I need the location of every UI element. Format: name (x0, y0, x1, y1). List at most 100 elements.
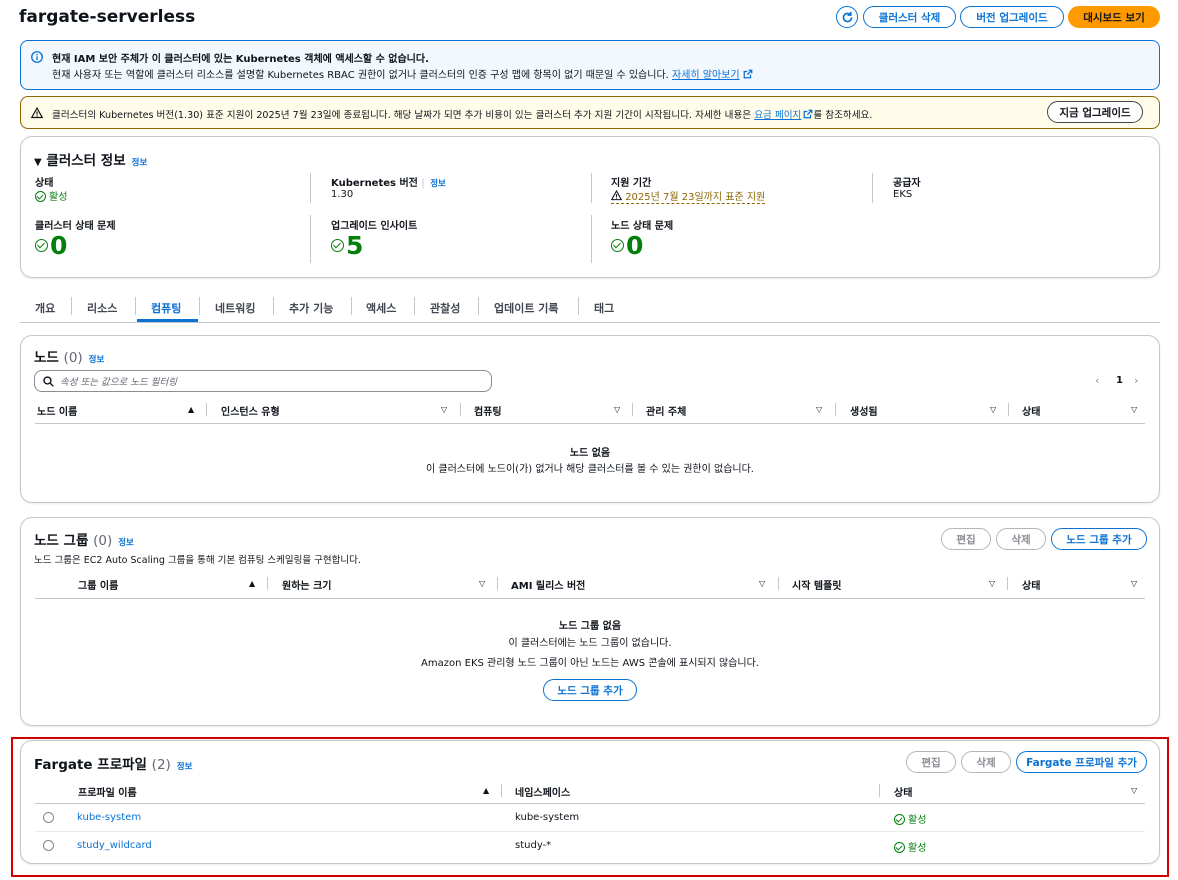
upgrade-insights-value[interactable]: 5 (331, 231, 363, 260)
warning-icon (610, 189, 623, 201)
node-health-label: 노드 상태 문제 (611, 221, 674, 232)
divider (460, 403, 461, 416)
divider (273, 297, 274, 315)
nodes-card: 노드 (0) 정보 속성 또는 값으로 노드 필터링 ‹ 1 › 노드 이름 ▲ … (20, 335, 1160, 503)
cluster-info-header[interactable]: ▼ 클러스터 정보 정보 (34, 149, 147, 169)
delete-button[interactable]: 삭제 (996, 528, 1046, 550)
divider (414, 297, 415, 315)
check-circle-icon (35, 239, 48, 252)
tabs-baseline (20, 322, 1160, 323)
learn-more-link[interactable]: 자세히 알아보기 (672, 70, 740, 81)
divider (267, 577, 268, 590)
view-dashboard-button[interactable]: 대시보드 보기 (1068, 6, 1160, 28)
divider (310, 215, 311, 263)
warning-text: 클러스터의 Kubernetes 버전(1.30) 표준 지원이 2025년 7… (52, 109, 873, 121)
add-node-group-button[interactable]: 노드 그룹 추가 (1051, 528, 1147, 550)
provider-value: EKS (893, 189, 913, 200)
node-groups-header: 노드 그룹 (0) 정보 (34, 533, 134, 549)
warning-banner: 클러스터의 Kubernetes 버전(1.30) 표준 지원이 2025년 7… (20, 96, 1160, 129)
check-circle-icon (331, 239, 344, 252)
node-groups-card: 노드 그룹 (0) 정보 노드 그룹은 EC2 Auto Scaling 그룹을 … (20, 517, 1160, 726)
sort-icon[interactable]: ▽ (614, 405, 620, 414)
info-link[interactable]: 정보 (118, 538, 134, 548)
next-page-icon[interactable]: › (1134, 374, 1138, 387)
empty-state-note: Amazon EKS 관리형 노드 그룹이 아닌 노드는 AWS 콘솔에 표시되… (421, 658, 759, 669)
pricing-page-link[interactable]: 요금 페이지 (754, 110, 801, 121)
page-title: fargate-serverless (19, 7, 196, 27)
empty-state-title: 노드 없음 (569, 448, 611, 459)
divider (135, 297, 136, 315)
search-icon (43, 375, 54, 387)
col-group-name[interactable]: 그룹 이름 (78, 577, 118, 592)
external-link-icon (743, 69, 753, 79)
support-period-label: 지원 기간 (611, 178, 652, 189)
col-status[interactable]: 상태 (1022, 577, 1040, 592)
tab-networking[interactable]: 네트워킹 (215, 300, 255, 316)
table-header-line (35, 423, 1145, 424)
delete-cluster-button[interactable]: 클러스터 삭제 (863, 6, 956, 28)
empty-state-title: 노드 그룹 없음 (558, 621, 622, 632)
col-instance-type[interactable]: 인스턴스 유형 (221, 403, 280, 418)
divider (1008, 403, 1009, 416)
sort-icon[interactable]: ▽ (479, 579, 485, 588)
sort-icon[interactable]: ▽ (989, 579, 995, 588)
upgrade-version-button[interactable]: 버전 업그레이드 (960, 6, 1064, 28)
info-link[interactable]: 정보 (89, 355, 105, 365)
node-groups-description: 노드 그룹은 EC2 Auto Scaling 그룹을 통해 기본 컴퓨팅 스케… (34, 555, 361, 566)
info-banner-title: 현재 IAM 보안 주체가 이 클러스터에 있는 Kubernetes 객체에 … (52, 54, 429, 65)
status-label: 상태 (35, 178, 54, 189)
tab-access[interactable]: 액세스 (366, 300, 396, 316)
sort-icon[interactable]: ▽ (1131, 579, 1137, 588)
k8s-version-value: 1.30 (331, 189, 354, 200)
col-status[interactable]: 상태 (1022, 403, 1040, 418)
col-created[interactable]: 생성됨 (850, 403, 878, 418)
divider (310, 173, 311, 203)
tab-observability[interactable]: 관찰성 (430, 300, 460, 316)
divider (778, 577, 779, 590)
node-health-value[interactable]: 0 (611, 231, 643, 260)
divider (872, 173, 873, 203)
node-filter-input[interactable]: 속성 또는 값으로 노드 필터링 (34, 370, 492, 392)
divider (497, 577, 498, 590)
col-launch-template[interactable]: 시작 템플릿 (792, 577, 841, 592)
external-link-icon (804, 109, 813, 119)
status-value: 활성 (35, 188, 67, 203)
divider (632, 403, 633, 416)
page-number[interactable]: 1 (1116, 375, 1123, 386)
sort-icon[interactable]: ▽ (816, 405, 822, 414)
check-circle-icon (35, 191, 46, 202)
tab-resources[interactable]: 리소스 (87, 300, 117, 316)
col-compute[interactable]: 컴퓨팅 (474, 403, 502, 418)
refresh-button[interactable] (836, 6, 858, 28)
sort-icon[interactable]: ▽ (990, 405, 996, 414)
tab-update-history[interactable]: 업데이트 기록 (494, 300, 559, 316)
upgrade-insights-label: 업그레이드 인사이트 (331, 221, 418, 232)
tab-compute[interactable]: 컴퓨팅 (151, 300, 181, 316)
prev-page-icon[interactable]: ‹ (1095, 374, 1099, 387)
tab-tags[interactable]: 태그 (594, 300, 614, 316)
support-period-value[interactable]: 2025년 7월 23일까지 표준 지원 (610, 188, 766, 204)
col-desired-size[interactable]: 원하는 크기 (282, 577, 331, 592)
divider (835, 403, 836, 416)
edit-button[interactable]: 편집 (941, 528, 991, 550)
info-link[interactable]: 정보 (132, 158, 148, 168)
col-managed-by[interactable]: 관리 주체 (646, 403, 686, 418)
upgrade-now-button[interactable]: 지금 업그레이드 (1047, 101, 1143, 123)
cluster-info-card: ▼ 클러스터 정보 정보 상태 활성 Kubernetes 버전 | 정보 1.3… (20, 136, 1160, 278)
cluster-health-value[interactable]: 0 (35, 231, 67, 260)
tab-overview[interactable]: 개요 (35, 300, 55, 316)
sort-asc-icon[interactable]: ▲ (188, 405, 194, 414)
divider (578, 297, 579, 315)
info-link[interactable]: 정보 (430, 179, 446, 189)
sort-icon[interactable]: ▽ (1131, 405, 1137, 414)
divider (591, 215, 592, 263)
sort-asc-icon[interactable]: ▲ (249, 579, 255, 588)
tab-add-ons[interactable]: 추가 기능 (289, 300, 333, 316)
col-node-name[interactable]: 노드 이름 (37, 403, 77, 418)
col-ami-release[interactable]: AMI 릴리스 버전 (511, 577, 585, 592)
sort-icon[interactable]: ▽ (759, 579, 765, 588)
empty-add-node-group-button[interactable]: 노드 그룹 추가 (543, 679, 637, 701)
divider (478, 297, 479, 315)
caret-down-icon: ▼ (34, 157, 42, 168)
sort-icon[interactable]: ▽ (441, 405, 447, 414)
